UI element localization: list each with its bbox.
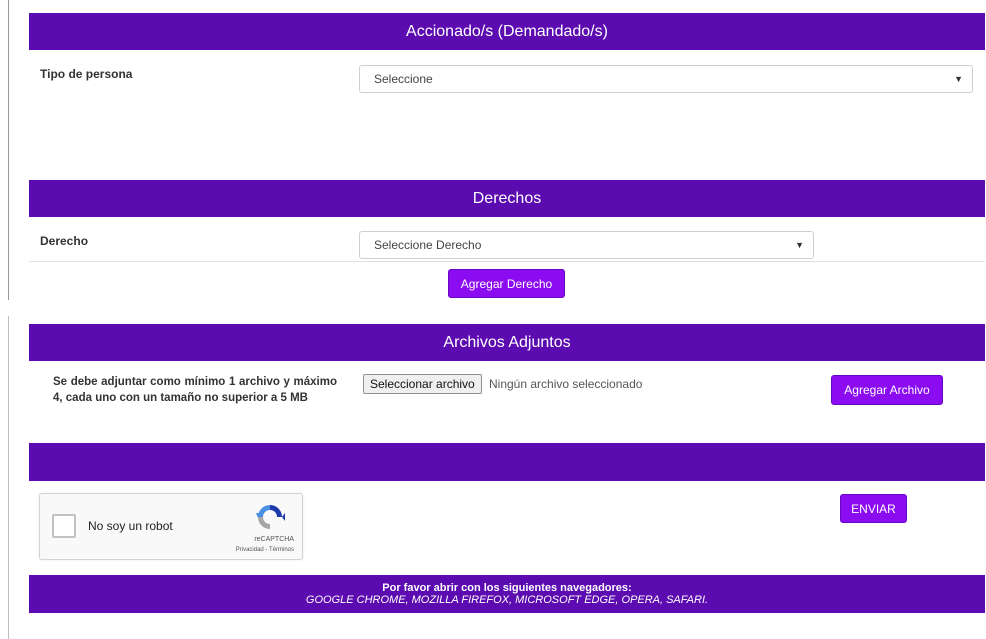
file-status: Ningún archivo seleccionado	[489, 377, 643, 391]
section-title: Archivos Adjuntos	[443, 334, 571, 351]
add-derecho-button[interactable]: Agregar Derecho	[448, 269, 565, 298]
derecho-label: Derecho	[40, 234, 89, 248]
captcha-terms[interactable]: Privacidad - Términos	[220, 547, 294, 553]
left-border-line	[8, 0, 9, 300]
select-value: Seleccione Derecho	[374, 238, 482, 252]
tipo-persona-label: Tipo de persona	[40, 67, 133, 81]
divider	[29, 261, 985, 262]
derecho-select[interactable]: Seleccione Derecho ▼	[359, 231, 814, 259]
caret-down-icon: ▼	[954, 74, 963, 84]
footer-line-1: Por favor abrir con los siguientes naveg…	[382, 582, 632, 594]
tipo-persona-select[interactable]: Seleccione ▼	[359, 65, 973, 93]
select-file-button[interactable]: Seleccionar archivo	[363, 374, 482, 394]
section-header-empty	[29, 443, 985, 481]
captcha-brand: reCAPTCHA	[254, 536, 294, 543]
footer-browsers-notice: Por favor abrir con los siguientes naveg…	[29, 575, 985, 613]
footer-line-2: GOOGLE CHROME, MOZILLA FIREFOX, MICROSOF…	[305, 594, 709, 606]
caret-down-icon: ▼	[795, 240, 804, 250]
recaptcha-widget: No soy un robot reCAPTCHA Privacidad - T…	[39, 493, 303, 560]
attachment-note: Se debe adjuntar como mínimo 1 archivo y…	[53, 376, 337, 404]
add-file-button[interactable]: Agregar Archivo	[831, 375, 943, 405]
section-header-derechos: Derechos	[29, 180, 985, 217]
captcha-checkbox[interactable]	[52, 514, 76, 538]
section-title: Accionado/s (Demandado/s)	[406, 23, 608, 40]
section-header-archivos: Archivos Adjuntos	[29, 324, 985, 361]
left-border-line-lower	[8, 316, 9, 639]
select-value: Seleccione	[374, 72, 433, 86]
submit-button[interactable]: ENVIAR	[840, 494, 907, 523]
section-header-accionados: Accionado/s (Demandado/s)	[29, 13, 985, 50]
section-title: Derechos	[472, 190, 542, 207]
recaptcha-logo-icon	[256, 505, 285, 529]
captcha-label: No soy un robot	[88, 519, 173, 533]
